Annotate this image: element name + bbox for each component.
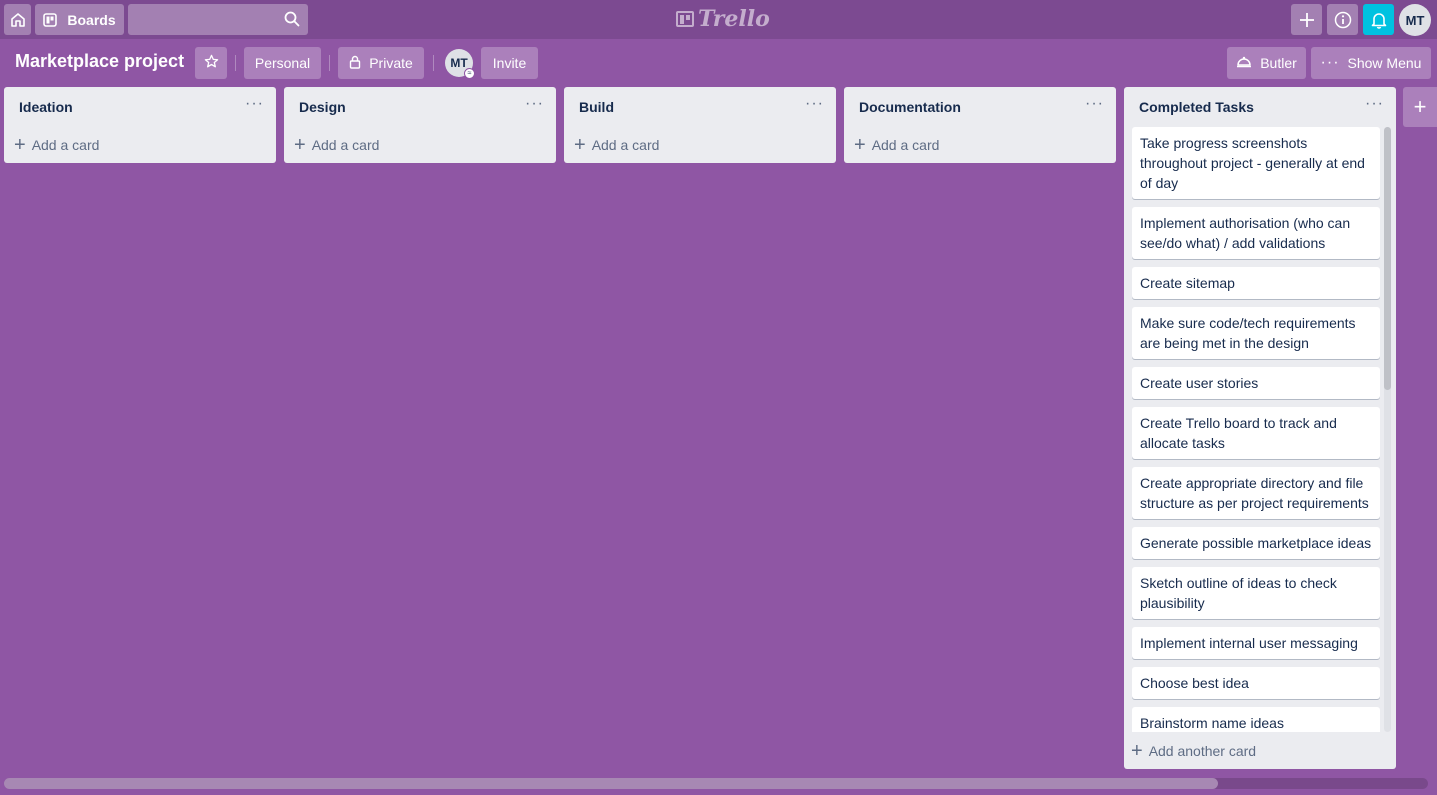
top-header: Boards Trello MT — [0, 0, 1437, 39]
list-title[interactable]: Ideation — [19, 99, 73, 115]
logo-text: Trello — [698, 6, 770, 32]
add-card-label: Add a card — [591, 137, 660, 153]
list-ideation: Ideation ··· + Add a card — [4, 87, 276, 163]
list-header: Ideation ··· — [4, 87, 276, 127]
add-card-button[interactable]: + Add a card — [844, 127, 1116, 163]
add-another-card-button[interactable]: + Add another card — [1131, 740, 1256, 762]
list-documentation: Documentation ··· + Add a card — [844, 87, 1116, 163]
list-menu-icon[interactable]: ··· — [245, 95, 264, 113]
add-list-button[interactable]: + — [1403, 87, 1437, 127]
show-menu-button[interactable]: ··· Show Menu — [1311, 47, 1431, 79]
more-icon: ··· — [1320, 54, 1340, 71]
visibility-label: Private — [369, 55, 413, 71]
bell-icon — [1371, 11, 1387, 29]
card[interactable]: Create sitemap — [1132, 267, 1380, 299]
home-button[interactable] — [4, 4, 31, 35]
member-avatar[interactable]: MT ≈ — [445, 49, 475, 79]
card[interactable]: Create user stories — [1132, 367, 1380, 399]
list-header: Completed Tasks ··· — [1124, 87, 1396, 127]
lock-icon — [349, 55, 361, 72]
list-scrollbar-thumb[interactable] — [1384, 127, 1391, 390]
search-input[interactable] — [128, 4, 308, 35]
header-divider — [433, 55, 434, 71]
list-menu-icon[interactable]: ··· — [525, 95, 544, 113]
card[interactable]: Choose best idea — [1132, 667, 1380, 699]
add-card-label: Add a card — [311, 137, 380, 153]
search-icon[interactable] — [284, 11, 300, 32]
list-build: Build ··· + Add a card — [564, 87, 836, 163]
boards-button[interactable]: Boards — [35, 4, 124, 35]
notifications-button[interactable] — [1363, 4, 1394, 35]
boards-label: Boards — [67, 11, 116, 28]
butler-label: Butler — [1260, 55, 1297, 71]
card[interactable]: Brainstorm name ideas — [1132, 707, 1380, 732]
add-card-button[interactable]: + Add a card — [564, 127, 836, 163]
show-menu-label: Show Menu — [1347, 55, 1422, 71]
plus-icon: + — [14, 134, 26, 156]
list-header: Build ··· — [564, 87, 836, 127]
list-menu-icon[interactable]: ··· — [1085, 95, 1104, 113]
search-box[interactable] — [128, 4, 308, 35]
plus-icon: + — [1131, 740, 1143, 762]
board-title[interactable]: Marketplace project — [15, 51, 184, 72]
star-button[interactable] — [195, 47, 227, 79]
list-menu-icon[interactable]: ··· — [1365, 95, 1384, 113]
header-divider — [235, 55, 236, 71]
butler-icon — [1236, 55, 1252, 71]
plus-icon: + — [854, 134, 866, 156]
create-button[interactable] — [1291, 4, 1322, 35]
team-button[interactable]: Personal — [244, 47, 321, 79]
add-card-button[interactable]: + Add a card — [4, 127, 276, 163]
card[interactable]: Create appropriate directory and file st… — [1132, 467, 1380, 519]
card[interactable]: Sketch outline of ideas to check plausib… — [1132, 567, 1380, 619]
butler-button[interactable]: Butler — [1227, 47, 1306, 79]
list-title[interactable]: Design — [299, 99, 346, 115]
header-divider — [329, 55, 330, 71]
list-title[interactable]: Build — [579, 99, 614, 115]
add-card-label: Add a card — [871, 137, 940, 153]
add-card-button[interactable]: + Add a card — [284, 127, 556, 163]
add-card-label: Add a card — [31, 137, 100, 153]
trello-logo[interactable]: Trello — [676, 6, 770, 32]
list-header: Design ··· — [284, 87, 556, 127]
add-another-card-label: Add another card — [1148, 743, 1257, 759]
card[interactable]: Implement authorisation (who can see/do … — [1132, 207, 1380, 259]
plus-icon: + — [1413, 94, 1427, 119]
card[interactable]: Create Trello board to track and allocat… — [1132, 407, 1380, 459]
admin-chevron-icon: ≈ — [464, 68, 475, 79]
user-avatar[interactable]: MT — [1399, 4, 1431, 36]
card[interactable]: Take progress screenshots throughout pro… — [1132, 127, 1380, 199]
list-title[interactable]: Documentation — [859, 99, 961, 115]
card[interactable]: Implement internal user messaging — [1132, 627, 1380, 659]
home-icon — [10, 12, 26, 28]
member-initials: MT — [450, 56, 468, 70]
trello-logo-icon — [676, 11, 694, 27]
board-scrollbar-thumb[interactable] — [4, 778, 1218, 789]
invite-label: Invite — [492, 55, 527, 71]
team-label: Personal — [254, 55, 311, 71]
boards-icon — [43, 12, 58, 27]
plus-icon: + — [294, 134, 306, 156]
plus-icon — [1299, 12, 1315, 28]
info-button[interactable] — [1327, 4, 1358, 35]
star-icon — [204, 54, 219, 72]
card-list: Take progress screenshots throughout pro… — [1132, 127, 1387, 732]
card[interactable]: Make sure code/tech requirements are bei… — [1132, 307, 1380, 359]
card[interactable]: Generate possible marketplace ideas — [1132, 527, 1380, 559]
list-header: Documentation ··· — [844, 87, 1116, 127]
list-title[interactable]: Completed Tasks — [1139, 99, 1254, 115]
invite-button[interactable]: Invite — [481, 47, 538, 79]
info-icon — [1334, 11, 1352, 29]
list-completed-tasks: Completed Tasks ··· Take progress screen… — [1124, 87, 1396, 769]
plus-icon: + — [574, 134, 586, 156]
list-design: Design ··· + Add a card — [284, 87, 556, 163]
list-menu-icon[interactable]: ··· — [805, 95, 824, 113]
visibility-button[interactable]: Private — [338, 47, 424, 79]
